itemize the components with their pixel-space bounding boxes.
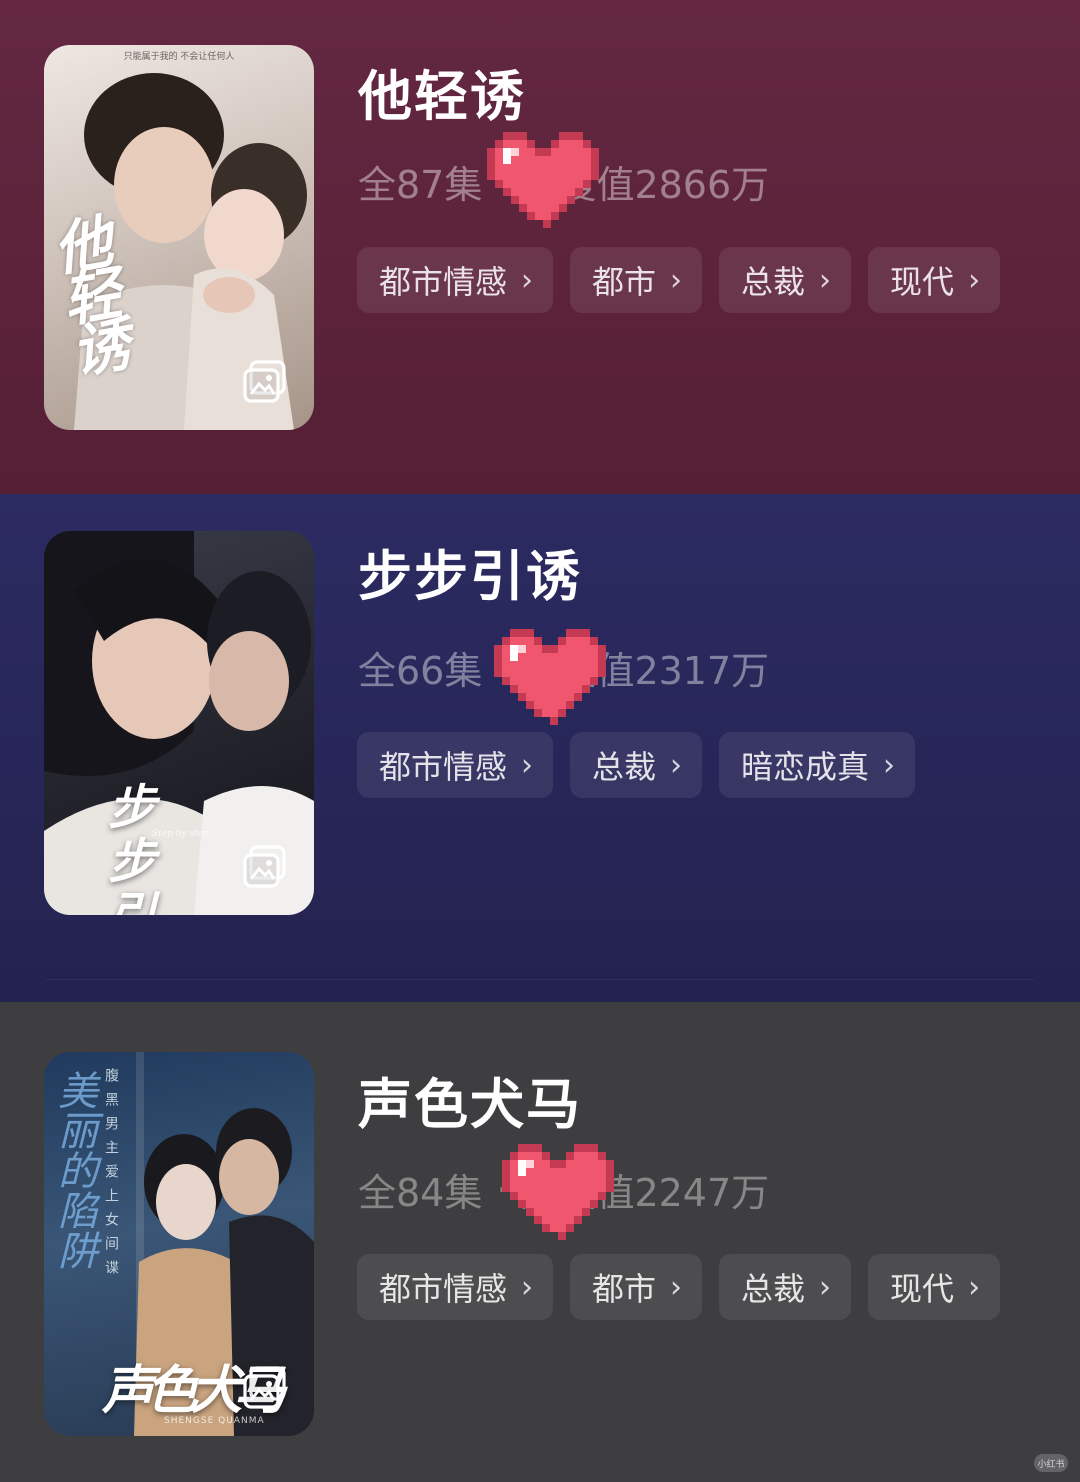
gallery-icon[interactable] bbox=[242, 1366, 288, 1410]
chevron-right-icon: › bbox=[670, 747, 683, 783]
pixel-heart-sticker bbox=[487, 132, 599, 228]
tag-label: 现代 bbox=[890, 263, 955, 301]
chevron-right-icon: › bbox=[819, 262, 832, 298]
drama-poster[interactable]: 美丽的陷阱 腹黑男主爱上女间谍 声色犬马 SHENGSE QUANMA bbox=[44, 1052, 314, 1436]
poster-title-calligraphy: 步步引诱 bbox=[108, 780, 187, 915]
gallery-icon[interactable] bbox=[242, 360, 288, 404]
tag-label: 都市情感 bbox=[379, 1270, 508, 1308]
tag-chip[interactable]: 都市 › bbox=[570, 247, 703, 313]
tag-chip[interactable]: 都市情感 › bbox=[357, 247, 554, 313]
tag-chip[interactable]: 暗恋成真 › bbox=[719, 732, 916, 798]
drama-title[interactable]: 他轻诱 bbox=[358, 52, 526, 131]
tag-chip[interactable]: 总裁 › bbox=[719, 247, 852, 313]
gallery-icon[interactable] bbox=[242, 845, 288, 889]
tag-chip[interactable]: 现代 › bbox=[868, 1254, 1001, 1320]
tag-list: 都市情感 › 总裁 › 暗恋成真 › bbox=[357, 732, 916, 798]
chevron-right-icon: › bbox=[968, 1269, 981, 1305]
poster-caption-vertical: 腹黑男主爱上女间谍 bbox=[103, 1068, 119, 1284]
tag-list: 都市情感 › 都市 › 总裁 › 现代 › bbox=[357, 1254, 1001, 1320]
poster-tagline-vertical: 美丽的陷阱 bbox=[51, 1070, 97, 1270]
chevron-right-icon: › bbox=[670, 262, 683, 298]
drama-title[interactable]: 步步引诱 bbox=[358, 532, 582, 611]
episode-count: 全84集 bbox=[358, 1171, 483, 1215]
chevron-right-icon: › bbox=[883, 747, 896, 783]
tag-chip[interactable]: 都市情感 › bbox=[357, 1254, 554, 1320]
chevron-right-icon: › bbox=[521, 1269, 534, 1305]
tag-label: 现代 bbox=[890, 1270, 955, 1308]
poster-subtitle: Step by step bbox=[152, 829, 209, 839]
chevron-right-icon: › bbox=[670, 1269, 683, 1305]
poster-subtitle: SHENGSE QUANMA bbox=[164, 1416, 265, 1426]
tag-label: 总裁 bbox=[741, 263, 806, 301]
pixel-heart-sticker bbox=[494, 629, 606, 725]
tag-label: 总裁 bbox=[741, 1270, 806, 1308]
chevron-right-icon: › bbox=[521, 747, 534, 783]
card-divider bbox=[46, 979, 1034, 980]
drama-title[interactable]: 声色犬马 bbox=[358, 1060, 582, 1139]
chevron-right-icon: › bbox=[968, 262, 981, 298]
tag-label: 都市 bbox=[592, 263, 657, 301]
tag-chip[interactable]: 都市情感 › bbox=[357, 732, 554, 798]
drama-poster[interactable]: 步步引诱 Step by step bbox=[44, 531, 314, 915]
poster-tagline: 只能属于我的 不会让任何人 bbox=[123, 52, 235, 62]
tag-label: 都市 bbox=[592, 1270, 657, 1308]
episode-count: 全87集 bbox=[358, 163, 483, 207]
tag-chip[interactable]: 总裁 › bbox=[570, 732, 703, 798]
tag-label: 暗恋成真 bbox=[741, 748, 870, 786]
tag-label: 都市情感 bbox=[379, 263, 508, 301]
chevron-right-icon: › bbox=[521, 262, 534, 298]
tag-chip[interactable]: 现代 › bbox=[868, 247, 1001, 313]
drama-card-2[interactable]: 步步引诱 Step by step 步步引诱 全66集 · 热度值2317万 都… bbox=[0, 494, 1080, 1002]
pixel-heart-sticker bbox=[502, 1144, 614, 1240]
tag-label: 总裁 bbox=[592, 748, 657, 786]
tag-chip[interactable]: 总裁 › bbox=[719, 1254, 852, 1320]
drama-card-3[interactable]: 美丽的陷阱 腹黑男主爱上女间谍 声色犬马 SHENGSE QUANMA 声色犬马… bbox=[0, 1002, 1080, 1482]
chevron-right-icon: › bbox=[819, 1269, 832, 1305]
watermark-badge: 小红书 bbox=[1034, 1454, 1068, 1472]
drama-poster[interactable]: 只能属于我的 不会让任何人 他轻诱 bbox=[44, 45, 314, 430]
tag-label: 都市情感 bbox=[379, 748, 508, 786]
tag-chip[interactable]: 都市 › bbox=[570, 1254, 703, 1320]
episode-count: 全66集 bbox=[358, 649, 483, 693]
drama-card-1[interactable]: 只能属于我的 不会让任何人 他轻诱 他轻诱 全87集 · 热度值2866万 都市… bbox=[0, 0, 1080, 494]
tag-list: 都市情感 › 都市 › 总裁 › 现代 › bbox=[357, 247, 1001, 313]
